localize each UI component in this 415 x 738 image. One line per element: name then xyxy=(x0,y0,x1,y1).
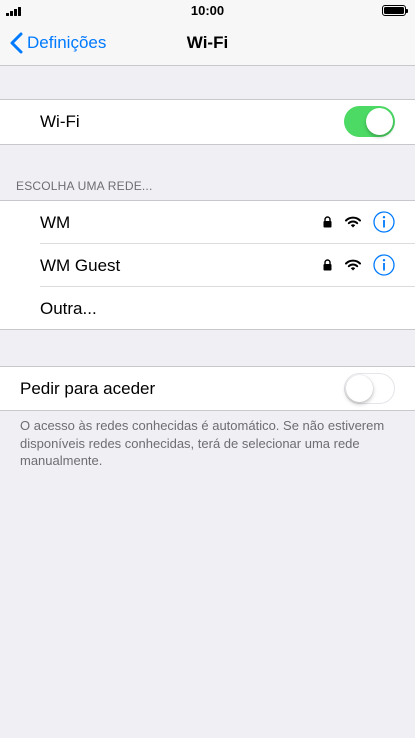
info-icon[interactable] xyxy=(373,211,395,233)
ask-to-join-group: Pedir para aceder xyxy=(0,366,415,411)
status-time: 10:00 xyxy=(190,3,225,18)
network-name: WM xyxy=(40,212,71,232)
ask-to-join-label: Pedir para aceder xyxy=(20,378,156,398)
battery-icon xyxy=(382,5,408,16)
wifi-label: Wi-Fi xyxy=(40,112,80,131)
network-row-wm-guest[interactable]: WM Guest xyxy=(0,244,415,287)
networks-section-header: ESCOLHA UMA REDE... xyxy=(16,179,153,193)
ask-to-join-row: Pedir para aceder xyxy=(0,367,415,410)
wifi-toggle[interactable] xyxy=(344,106,395,137)
lock-icon xyxy=(323,216,332,228)
network-name: WM Guest xyxy=(40,255,121,275)
page-title: Wi-Fi xyxy=(186,33,229,52)
toggle-knob xyxy=(346,375,373,402)
wifi-row: Wi-Fi xyxy=(0,100,415,144)
lock-icon xyxy=(323,259,332,271)
info-icon[interactable] xyxy=(373,254,395,276)
networks-group: WM WM Guest Outra... xyxy=(0,200,415,330)
nav-bar: Definições Wi-Fi xyxy=(0,22,415,66)
status-bar: 10:00 xyxy=(0,0,415,22)
wifi-group: Wi-Fi xyxy=(0,99,415,145)
network-row-wm[interactable]: WM xyxy=(0,201,415,244)
other-network-label: Outra... xyxy=(40,298,97,318)
wifi-icon xyxy=(345,216,361,228)
toggle-knob xyxy=(366,108,393,135)
ask-to-join-footer: O acesso às redes conhecidas é automátic… xyxy=(20,418,385,468)
ask-to-join-toggle[interactable] xyxy=(344,373,395,404)
wifi-icon xyxy=(345,259,361,271)
other-network-row[interactable]: Outra... xyxy=(0,287,415,330)
